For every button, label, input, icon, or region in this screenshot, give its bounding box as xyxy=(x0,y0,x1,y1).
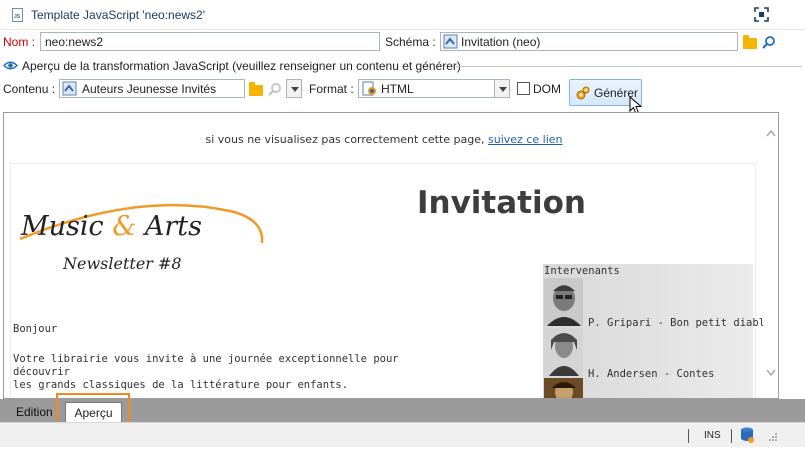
name-label: Nom : xyxy=(3,35,36,49)
view-online-notice: si vous ne visualisez pas correctement c… xyxy=(4,133,764,146)
tab-edition[interactable]: Edition xyxy=(9,402,60,422)
name-field[interactable]: neo:news2 xyxy=(40,32,380,51)
scroll-down-icon[interactable] xyxy=(766,369,776,377)
content-dropdown-button[interactable] xyxy=(286,79,302,98)
schema-value: Invitation (neo) xyxy=(461,35,541,49)
format-dropdown-button[interactable] xyxy=(494,79,510,98)
eye-icon xyxy=(3,61,18,70)
schema-icon xyxy=(443,34,458,49)
preview-pane[interactable]: si vous ne visualisez pas correctement c… xyxy=(3,112,779,399)
folder-icon[interactable] xyxy=(743,35,757,49)
format-select[interactable]: HTML xyxy=(358,79,510,98)
schema-field[interactable]: Invitation (neo) xyxy=(440,32,738,51)
schema-label: Schéma : xyxy=(385,35,436,49)
speaker-photo xyxy=(544,328,583,376)
speakers-panel: Intervenants P. Gripari - Bon petit diab… xyxy=(543,264,771,398)
preview-scrollbar[interactable] xyxy=(763,113,778,398)
view-online-text: si vous ne visualisez pas correctement c… xyxy=(205,133,485,146)
title-bar: Template JavaScript 'neo:news2' xyxy=(0,0,805,30)
preview-section-title: Aperçu de la transformation JavaScript (… xyxy=(22,59,461,73)
insert-mode-indicator: INS xyxy=(704,430,721,441)
invitation-text: Votre librairie vous invite à une journé… xyxy=(13,353,413,392)
scroll-up-icon[interactable] xyxy=(766,129,776,137)
speaker-name: H. Andersen - Contes xyxy=(588,368,715,380)
html-format-icon xyxy=(362,81,376,96)
greeting: Bonjour xyxy=(13,323,58,335)
window-title: Template JavaScript 'neo:news2' xyxy=(31,8,206,22)
database-icon[interactable] xyxy=(740,427,754,443)
svg-text:Music & Arts: Music & Arts xyxy=(20,211,202,242)
search-icon[interactable] xyxy=(762,35,776,49)
speaker-name: P. Gripari - Bon petit diable xyxy=(588,317,772,329)
dom-label: DOM xyxy=(533,82,561,96)
newsletter-logo: Music & Arts Newsletter #8 xyxy=(19,203,264,273)
invitation-text-line: Votre librairie vous invite à une journé… xyxy=(13,353,399,378)
invitation-heading: Invitation xyxy=(417,185,586,221)
content-folder-icon[interactable] xyxy=(249,82,263,96)
format-value: HTML xyxy=(381,82,414,96)
content-value: Auteurs Jeunesse Invités xyxy=(82,82,217,96)
js-document-icon xyxy=(12,8,23,22)
content-field[interactable]: Auteurs Jeunesse Invités xyxy=(59,79,245,98)
resize-grip-icon[interactable] xyxy=(768,432,778,442)
status-separator xyxy=(688,429,689,443)
gear-icon xyxy=(576,86,590,100)
status-separator xyxy=(731,429,732,443)
logo-ampersand: & xyxy=(112,211,136,242)
section-divider xyxy=(456,66,802,67)
speaker-photo xyxy=(544,378,583,398)
invitation-text-line: les grands classiques de la littérature … xyxy=(13,379,349,391)
logo-subtitle: Newsletter #8 xyxy=(62,254,182,273)
view-online-link[interactable]: suivez ce lien xyxy=(488,133,562,146)
expand-icon[interactable] xyxy=(754,7,769,22)
content-search-icon xyxy=(268,83,281,96)
format-label: Format : xyxy=(309,82,354,96)
status-bar: INS xyxy=(0,422,805,447)
speakers-caption: Intervenants xyxy=(544,265,620,277)
content-label: Contenu : xyxy=(3,82,56,96)
logo-music: Music xyxy=(20,211,104,242)
logo-arts: Arts xyxy=(142,211,202,242)
speaker-photo xyxy=(544,278,583,326)
dom-checkbox[interactable] xyxy=(517,82,530,95)
content-icon xyxy=(62,81,77,96)
